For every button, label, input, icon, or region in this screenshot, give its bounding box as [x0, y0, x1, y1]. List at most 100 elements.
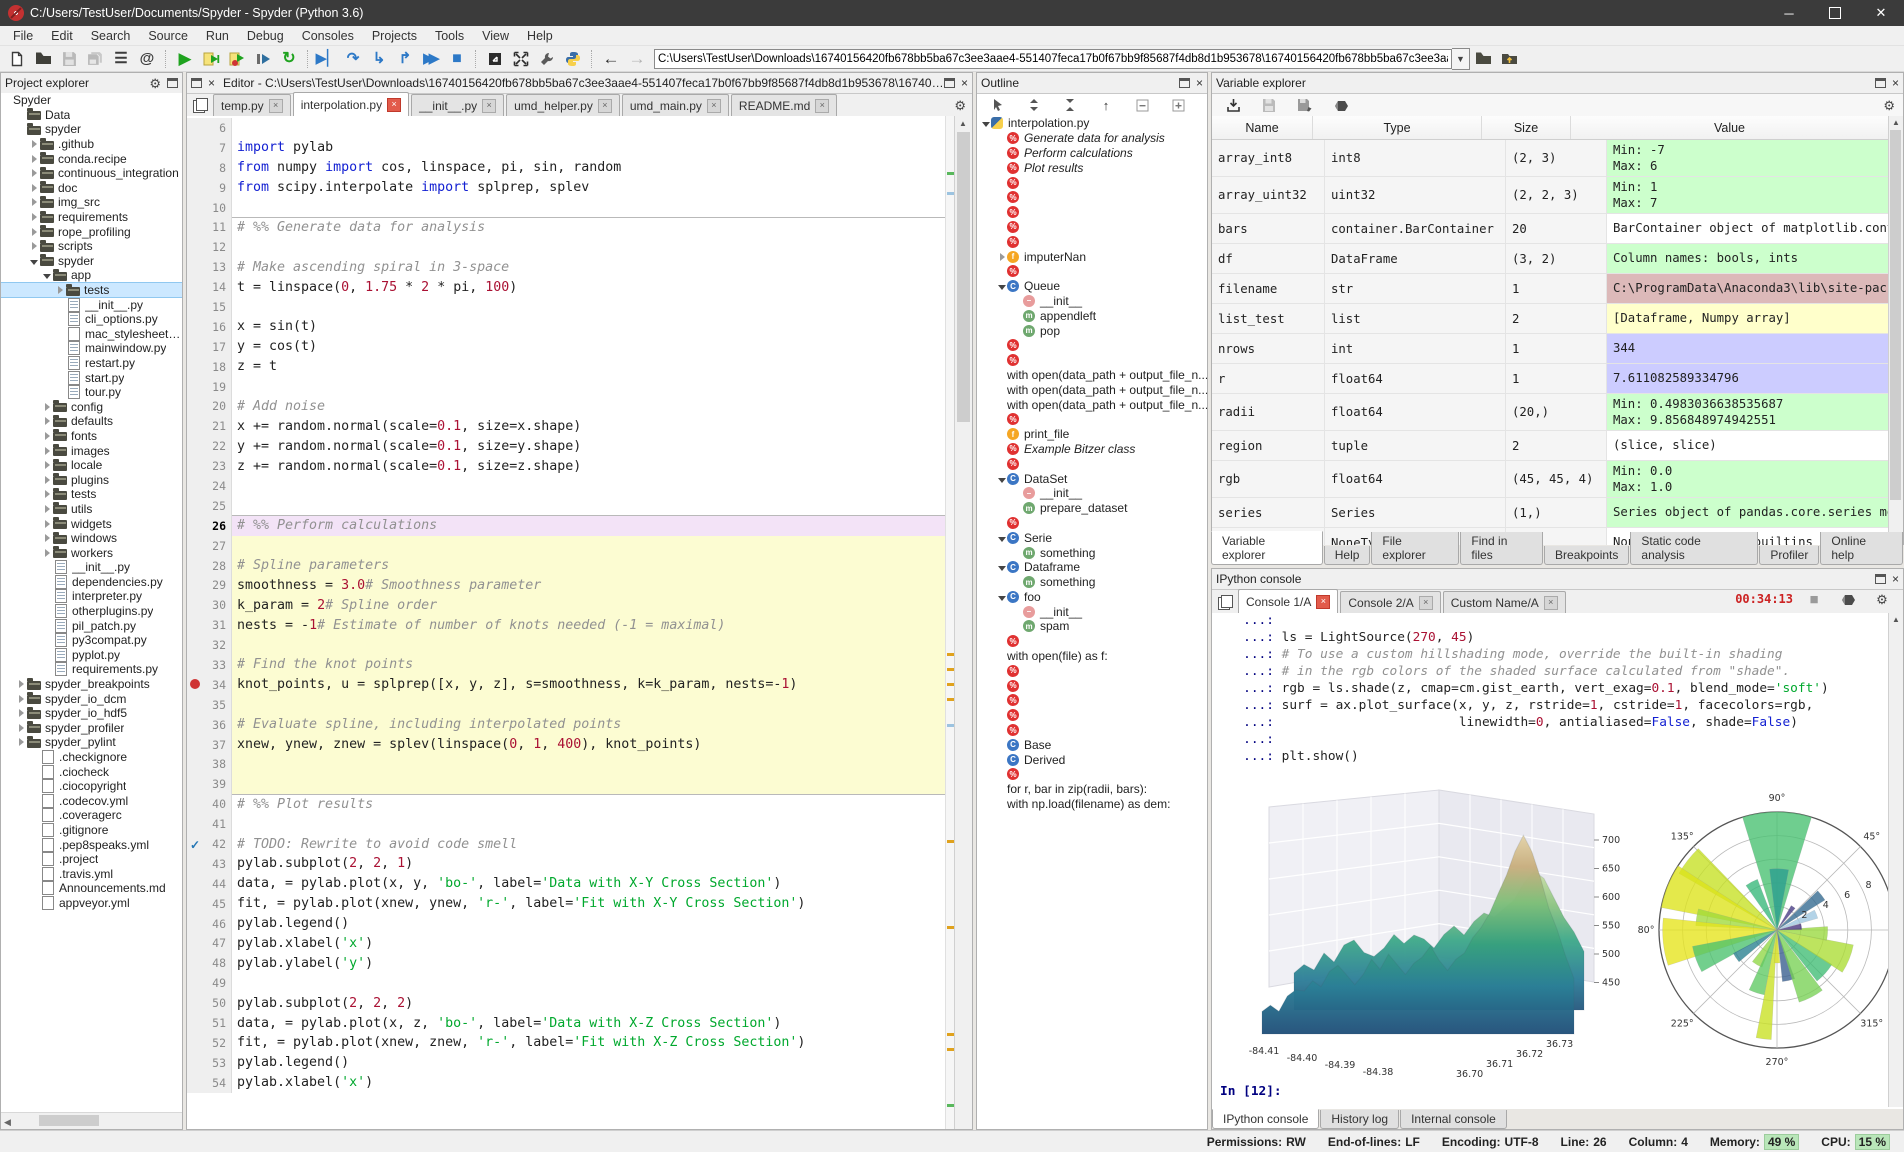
tree-item-spyder_profiler[interactable]: spyder_profiler [1, 721, 182, 736]
pane-tab-static-code-analysis[interactable]: Static code analysis [1630, 532, 1759, 565]
outline-item-__init__[interactable]: – __init__ [977, 486, 1207, 501]
outline-item-Serie[interactable]: C Serie [977, 530, 1207, 545]
menu-search[interactable]: Search [82, 27, 140, 45]
tree-item-.travis.yml[interactable]: .travis.yml [1, 866, 182, 881]
varexp-vscrollbar[interactable]: ▲ ▼ [1888, 116, 1903, 544]
chevron-right-icon[interactable] [42, 487, 52, 501]
pane-tab-find-in-files[interactable]: Find in files [1460, 532, 1544, 565]
editor-gutter[interactable]: 51 [187, 1013, 232, 1033]
outline-item-cell[interactable]: % [977, 220, 1207, 235]
editor-gutter[interactable]: 14 [187, 277, 232, 298]
outline-item-prepare_dataset[interactable]: m prepare_dataset [977, 501, 1207, 516]
console-vscrollbar[interactable]: ▲ [1888, 613, 1903, 1107]
continue-icon[interactable]: ▶▶ [419, 48, 443, 70]
editor-gutter[interactable]: 16 [187, 316, 232, 337]
outline-item-cell[interactable]: % [977, 663, 1207, 678]
tree-item-Announcements.md[interactable]: Announcements.md [1, 881, 182, 896]
editor-gutter[interactable]: 10 [187, 197, 232, 218]
varexp-close-icon[interactable]: × [1892, 77, 1899, 89]
chevron-right-icon[interactable] [29, 195, 39, 209]
editor-gutter[interactable]: 23 [187, 456, 232, 477]
console-bottom-tab-history-log[interactable]: History log [1320, 1110, 1400, 1129]
chevron-right-icon[interactable] [42, 502, 52, 516]
editor-gutter[interactable]: 22 [187, 436, 232, 457]
pane-tab-profiler[interactable]: Profiler [1759, 546, 1820, 565]
outline-item-appendleft[interactable]: m appendleft [977, 308, 1207, 323]
symbol-finder-icon[interactable]: @ [135, 48, 159, 70]
pane-tab-breakpoints[interactable]: Breakpoints [1544, 546, 1630, 565]
variable-row-filename[interactable]: filename str 1 C:\ProgramData\Anaconda3\lib… [1212, 274, 1889, 304]
tree-item-restart.py[interactable]: restart.py [1, 355, 182, 371]
menu-edit[interactable]: Edit [42, 27, 82, 45]
chevron-right-icon[interactable] [42, 429, 52, 443]
tree-item-mac_stylesheet.qss[interactable]: mac_stylesheet.qss [1, 326, 182, 342]
tree-item-.project[interactable]: .project [1, 852, 182, 867]
tree-item-conda.recipe[interactable]: conda.recipe [1, 151, 182, 166]
tree-item-locale[interactable]: locale [1, 458, 182, 473]
editor-float-icon[interactable] [191, 78, 202, 88]
chevron-right-icon[interactable] [42, 546, 52, 560]
chevron-down-icon[interactable] [29, 254, 39, 268]
console-bottom-tab-ipython-console[interactable]: IPython console [1212, 1109, 1320, 1129]
console-tab-Custom-Name-A[interactable]: Custom Name/A × [1442, 591, 1566, 613]
outline-item-foo[interactable]: Cfoo [977, 590, 1207, 605]
menu-tools[interactable]: Tools [426, 27, 473, 45]
variable-row-array_int8[interactable]: array_int8 int8 (2, 3) Min: -7 Max: 6 [1212, 140, 1889, 177]
maximize-button[interactable] [1812, 0, 1858, 26]
outline-item-cell[interactable]: % [977, 678, 1207, 693]
outline-item-DataSet[interactable]: C DataSet [977, 471, 1207, 486]
chevron-down-icon[interactable] [997, 472, 1007, 486]
collapse-section-icon[interactable] [1022, 94, 1046, 116]
scroll-up-icon[interactable]: ▲ [959, 119, 967, 128]
chevron-right-icon[interactable] [29, 210, 39, 224]
import-data-icon[interactable] [1221, 94, 1245, 116]
chevron-down-icon[interactable] [42, 268, 52, 282]
outline-item-something[interactable]: m something [977, 545, 1207, 560]
run-icon[interactable]: ▶ [173, 48, 197, 70]
editor-gutter[interactable]: 24 [187, 476, 232, 496]
tree-item-.ciocheck[interactable]: .ciocheck [1, 764, 182, 779]
outline-float-icon[interactable] [1178, 78, 1190, 88]
forward-icon[interactable]: → [625, 48, 649, 70]
run-cell-icon[interactable] [199, 48, 223, 70]
tree-item-spyder_io_hdf5[interactable]: spyder_io_hdf5 [1, 706, 182, 721]
chevron-right-icon[interactable] [42, 400, 52, 414]
tree-item-spyder[interactable]: spyder [1, 122, 182, 137]
fullscreen-icon[interactable] [509, 48, 533, 70]
tree-item-dependencies.py[interactable]: dependencies.py [1, 574, 182, 590]
outline-item-spam[interactable]: m spam [977, 619, 1207, 634]
browse-tabs-icon[interactable] [191, 98, 209, 114]
chevron-right-icon[interactable] [42, 517, 52, 531]
chevron-right-icon[interactable] [29, 152, 39, 166]
editor-gutter[interactable]: 40 [187, 794, 232, 815]
goto-cursor-icon[interactable] [986, 94, 1010, 116]
tree-item-.pep8speaks.yml[interactable]: .pep8speaks.yml [1, 837, 182, 852]
chevron-down-icon[interactable] [997, 531, 1007, 545]
minimize-button[interactable]: ─ [1766, 0, 1812, 26]
variable-row-nrows[interactable]: nrows int 1 344 [1212, 334, 1889, 364]
editor-close-icon[interactable]: × [208, 77, 215, 89]
outline-item-with open(file) as f:[interactable]: with open(file) as f: [977, 649, 1207, 664]
editor-gutter[interactable]: 8 [187, 157, 232, 178]
menu-view[interactable]: View [473, 27, 518, 45]
run-selection-icon[interactable] [251, 48, 275, 70]
outline-item-Dataframe[interactable]: C Dataframe [977, 560, 1207, 575]
editor-float2-icon[interactable] [943, 78, 955, 88]
editor-gutter[interactable]: 6 [187, 118, 232, 138]
console-tab-Console-2-A[interactable]: Console 2/A × [1340, 591, 1441, 613]
editor-gutter[interactable]: 26 [187, 515, 232, 536]
column-header-type[interactable]: Type [1313, 116, 1482, 139]
tree-item-windows[interactable]: windows [1, 531, 182, 546]
tree-item-spyder_io_dcm[interactable]: spyder_io_dcm [1, 691, 182, 706]
options-icon[interactable]: ⚙ [1870, 588, 1894, 610]
tab-close-icon[interactable]: × [268, 98, 283, 113]
pane-tab-variable-explorer[interactable]: Variable explorer [1211, 531, 1323, 565]
tree-item-config[interactable]: config [1, 399, 182, 414]
editor-gutter[interactable]: 11 [187, 217, 232, 238]
rerun-cell-icon[interactable] [225, 48, 249, 70]
tree-item-.coveragerc[interactable]: .coveragerc [1, 808, 182, 823]
editor-close2-icon[interactable]: × [961, 77, 968, 89]
tree-item-__init__.py[interactable]: __init__.py [1, 560, 182, 575]
step-into-icon[interactable]: ↳ [367, 48, 391, 70]
tree-item-rope_profiling[interactable]: rope_profiling [1, 224, 182, 239]
